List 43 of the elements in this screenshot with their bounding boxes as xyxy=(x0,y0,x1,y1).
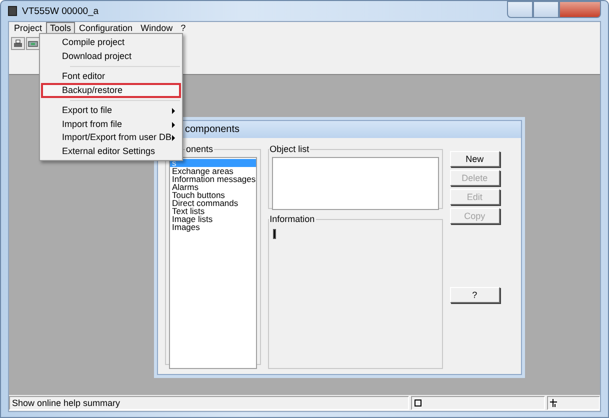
list-item[interactable]: Exchange areas xyxy=(170,167,256,175)
menu-item[interactable]: Import from file xyxy=(42,118,180,131)
menu-item[interactable]: External editor Settings xyxy=(42,144,180,158)
menu-item[interactable]: Backup/restore xyxy=(42,84,180,97)
list-item[interactable]: Touch buttons xyxy=(170,191,256,199)
menu-item[interactable]: Download project xyxy=(42,50,180,63)
submenu-arrow-icon xyxy=(172,122,175,128)
list-item[interactable]: Image lists xyxy=(170,215,256,223)
list-item[interactable]: Direct commands xyxy=(170,199,256,207)
group-label: Object list xyxy=(268,145,310,154)
list-item[interactable]: Information messages xyxy=(170,175,256,183)
group-label: onents xyxy=(185,145,214,154)
minimize-button[interactable] xyxy=(507,1,533,18)
printer-icon xyxy=(13,39,23,48)
toolbar-button[interactable] xyxy=(26,37,40,50)
window-title: VT555W 00000_a xyxy=(22,6,99,16)
list-item[interactable]: Images xyxy=(170,223,256,231)
list-item[interactable]: Text lists xyxy=(170,207,256,215)
menu-item[interactable]: Compile project xyxy=(42,36,180,50)
menu-item[interactable]: Export to file xyxy=(42,104,180,118)
dialog-button[interactable]: New xyxy=(450,151,500,167)
menu-item[interactable]: Import/Export from user DB xyxy=(42,131,180,144)
toolbar-button[interactable] xyxy=(11,37,25,50)
submenu-arrow-icon xyxy=(172,135,175,141)
crosshair-icon xyxy=(550,399,558,407)
dialog-title: components xyxy=(185,124,240,135)
menu-bar-item[interactable]: Window xyxy=(136,22,177,35)
object-list[interactable] xyxy=(272,157,439,210)
maximize-button[interactable] xyxy=(533,1,559,18)
menu-item[interactable]: Font editor xyxy=(42,70,180,84)
menu-bar-item[interactable]: Project xyxy=(10,22,46,35)
status-text: Show online help summary xyxy=(9,396,409,410)
submenu-arrow-icon xyxy=(172,108,175,114)
app-icon xyxy=(8,6,17,16)
close-button[interactable] xyxy=(559,1,601,18)
dialog-button[interactable]: ? xyxy=(450,287,500,303)
menu-bar-item[interactable]: Configuration xyxy=(75,22,137,35)
group-label: Information xyxy=(268,215,316,224)
device-icon xyxy=(28,40,38,46)
list-item[interactable]: Alarms xyxy=(170,183,256,191)
rectangle-icon xyxy=(414,399,422,407)
text-cursor-icon xyxy=(272,229,276,239)
menu-bar-item[interactable]: ? xyxy=(176,22,190,35)
